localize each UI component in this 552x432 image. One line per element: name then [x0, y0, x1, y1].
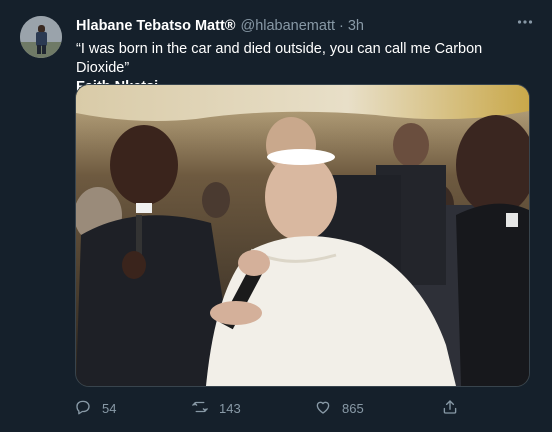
like-count: 865 — [342, 400, 364, 416]
reply-button[interactable]: 54 — [74, 398, 116, 418]
retweet-count: 143 — [219, 400, 241, 416]
avatar[interactable] — [20, 16, 62, 58]
author-name[interactable]: Hlabane Tebatso Matt® — [76, 18, 235, 34]
retweet-icon — [191, 398, 209, 419]
like-icon — [314, 398, 332, 419]
tweet-header: Hlabane Tebatso Matt® @hlabanematt · 3h — [76, 16, 532, 36]
more-options-icon[interactable] — [514, 13, 536, 35]
tweet-text-line-1: “I was born in the car and died outside,… — [76, 41, 483, 76]
reply-icon — [74, 398, 92, 419]
reply-count: 54 — [102, 400, 117, 416]
tweet-time[interactable]: 3h — [348, 18, 364, 34]
share-icon — [441, 398, 459, 419]
tweet-actions: 54 143 865 — [74, 398, 494, 418]
retweet-button[interactable]: 143 — [191, 398, 241, 418]
tweet-photo[interactable] — [75, 84, 530, 387]
separator-dot: · — [339, 18, 344, 34]
share-button[interactable] — [441, 398, 459, 418]
like-button[interactable]: 865 — [314, 398, 364, 418]
photo-image — [76, 85, 529, 386]
tweet[interactable]: Hlabane Tebatso Matt® @hlabanematt · 3h … — [0, 0, 552, 432]
author-handle[interactable]: @hlabanematt — [240, 18, 335, 34]
